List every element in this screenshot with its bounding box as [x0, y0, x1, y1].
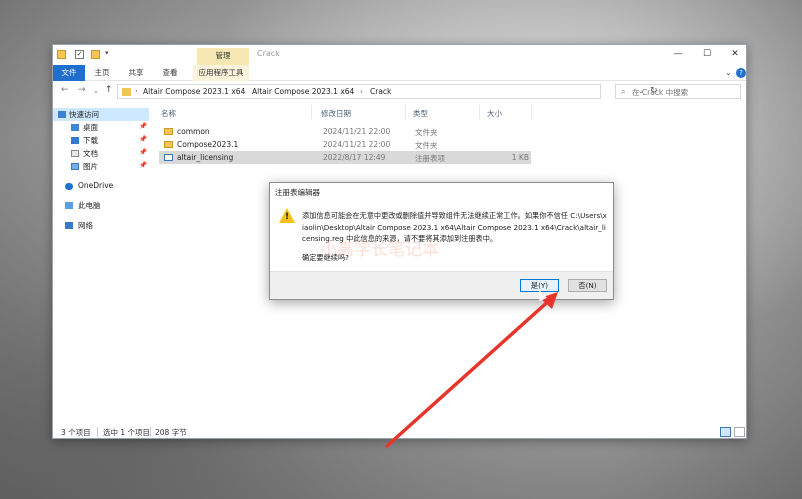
annotation-arrow [385, 292, 558, 448]
annotation-arrow-shaft [385, 296, 554, 448]
